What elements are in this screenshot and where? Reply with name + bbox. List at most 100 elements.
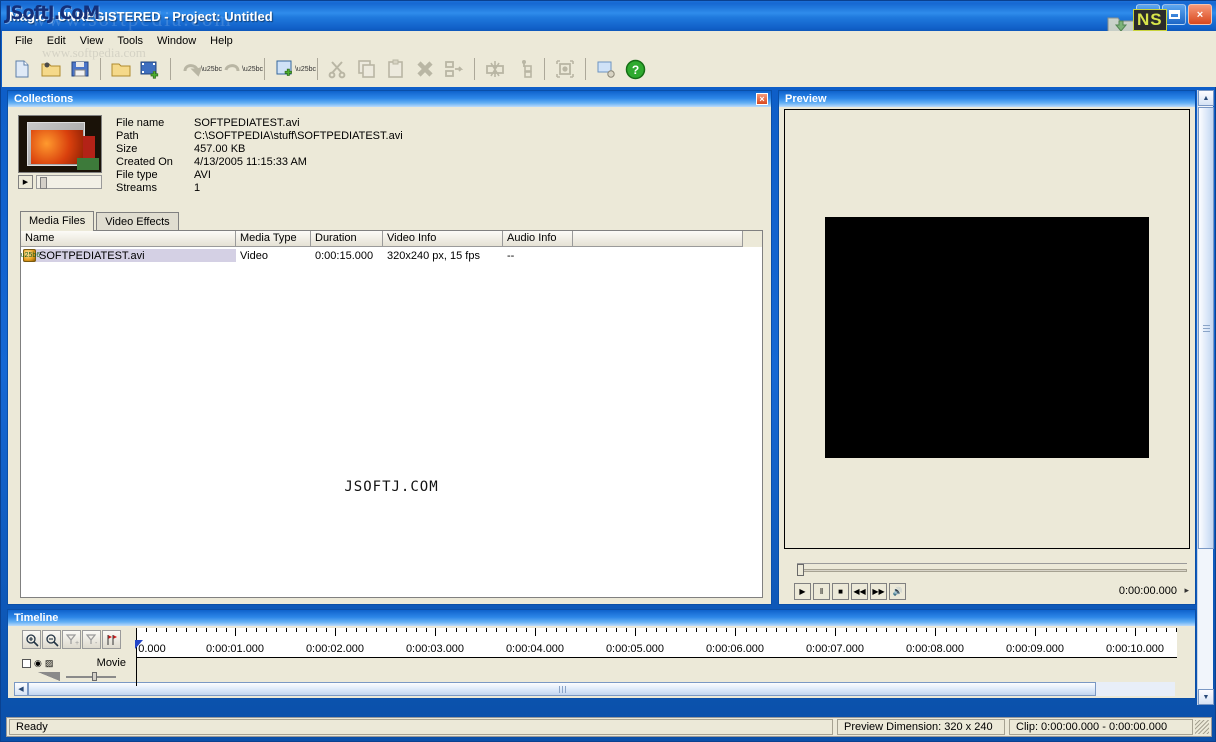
column-header-video-info[interactable]: Video Info bbox=[383, 231, 503, 247]
add-collection-dropdown-arrow[interactable]: \u25bc bbox=[295, 55, 316, 83]
track-header-row: ◉ ▨ Movie bbox=[22, 656, 134, 670]
rewind-button[interactable]: ◀◀ bbox=[851, 583, 868, 600]
tab-media-files[interactable]: Media Files bbox=[20, 211, 95, 231]
copy-icon[interactable] bbox=[353, 55, 381, 83]
window-controls: × bbox=[1136, 4, 1212, 25]
timeline-panel: Timeline + - 0.000 0:00:01.000 0:00:02.0… bbox=[7, 609, 1196, 699]
media-files-list[interactable]: Name Media Type Duration Video Info Audi… bbox=[20, 230, 763, 598]
track-pan-slider[interactable] bbox=[66, 671, 116, 681]
track-fader-icon[interactable] bbox=[38, 671, 60, 681]
collections-close-icon[interactable]: × bbox=[756, 93, 768, 105]
timeline-track-area[interactable] bbox=[136, 658, 1177, 684]
pan-thumb[interactable] bbox=[92, 671, 97, 681]
row-name-cell[interactable]: \u25b6 SOFTPEDIATEST.avi bbox=[21, 249, 236, 262]
detail-row-size: Size 457.00 KB bbox=[116, 143, 403, 156]
timeline-playhead[interactable] bbox=[135, 628, 143, 686]
play-button[interactable]: ▶ bbox=[794, 583, 811, 600]
new-project-icon[interactable] bbox=[8, 55, 36, 83]
volume-button[interactable]: 🔊 bbox=[889, 583, 906, 600]
ruler-label: 0:00:02.000 bbox=[305, 643, 365, 655]
lock-icon[interactable]: ▨ bbox=[45, 658, 54, 669]
timeline-scroll-track[interactable] bbox=[28, 682, 1175, 696]
zoom-in-icon[interactable] bbox=[22, 630, 41, 649]
cut-icon[interactable] bbox=[324, 55, 352, 83]
preview-body: ▶ ‖ ■ ◀◀ ▶▶ 🔊 0:00:00.000 ▸ bbox=[779, 107, 1195, 604]
detail-row-filetype: File type AVI bbox=[116, 169, 403, 182]
track-select-checkbox[interactable] bbox=[22, 658, 31, 668]
trim-clip-icon[interactable] bbox=[510, 55, 538, 83]
detail-value: SOFTPEDIATEST.avi bbox=[194, 117, 300, 129]
preview-timecode-arrow: ▸ bbox=[1184, 585, 1189, 595]
thumbnail-play-button[interactable]: ▶ bbox=[18, 175, 33, 189]
undo-dropdown-arrow[interactable]: \u25bc bbox=[201, 55, 222, 83]
seek-thumb[interactable] bbox=[797, 564, 804, 576]
menu-file[interactable]: File bbox=[8, 33, 40, 49]
menu-help[interactable]: Help bbox=[203, 33, 240, 49]
markers-icon[interactable] bbox=[102, 630, 121, 649]
menu-view[interactable]: View bbox=[73, 33, 111, 49]
main-toolbar: www.softpedia.com \u25bc \u25bc \u25bc ? bbox=[2, 45, 1216, 87]
detail-row-streams: Streams 1 bbox=[116, 182, 403, 195]
collections-tabs: Media Files Video Effects bbox=[20, 211, 181, 231]
ruler-label: 0:00:05.000 bbox=[605, 643, 665, 655]
main-vertical-scrollbar[interactable]: ▲ ▼ bbox=[1197, 90, 1214, 705]
scroll-up-button[interactable]: ▲ bbox=[1198, 90, 1214, 106]
stop-button[interactable]: ■ bbox=[832, 583, 849, 600]
window-title: Magic - UNREGISTERED - Project: Untitled bbox=[9, 8, 273, 24]
resize-grip[interactable] bbox=[1195, 720, 1209, 734]
save-project-icon[interactable] bbox=[66, 55, 94, 83]
column-header-blank[interactable] bbox=[573, 231, 743, 247]
minimize-button[interactable] bbox=[1136, 4, 1160, 25]
column-header-duration[interactable]: Duration bbox=[311, 231, 383, 247]
column-header-name[interactable]: Name bbox=[21, 231, 236, 247]
thumbnail-seek-slider[interactable] bbox=[36, 175, 102, 189]
detail-row-filename: File name SOFTPEDIATEST.avi bbox=[116, 117, 403, 130]
collections-title-label: Collections bbox=[14, 93, 74, 105]
open-project-icon[interactable] bbox=[37, 55, 65, 83]
zoom-out-icon[interactable] bbox=[42, 630, 61, 649]
timeline-toolbar: + - bbox=[22, 630, 121, 649]
help-icon[interactable]: ? bbox=[621, 55, 649, 83]
toolbar-separator bbox=[170, 58, 171, 80]
thumbnail-image bbox=[31, 130, 83, 164]
menu-tools[interactable]: Tools bbox=[110, 33, 150, 49]
timeline-scroll-left-button[interactable]: ◀ bbox=[14, 682, 28, 696]
timeline-scroll-thumb[interactable] bbox=[28, 682, 1096, 696]
ruler-label: 0:00:06.000 bbox=[705, 643, 765, 655]
eye-icon[interactable]: ◉ bbox=[34, 658, 42, 669]
timeline-horizontal-scrollbar[interactable]: ◀ bbox=[14, 682, 1175, 696]
render-icon[interactable] bbox=[592, 55, 620, 83]
properties-icon[interactable] bbox=[551, 55, 579, 83]
close-button[interactable]: × bbox=[1188, 4, 1212, 25]
maximize-button[interactable] bbox=[1162, 4, 1186, 25]
column-header-media-type[interactable]: Media Type bbox=[236, 231, 311, 247]
add-track-icon[interactable]: + bbox=[62, 630, 81, 649]
thumbnail-controls: ▶ bbox=[18, 175, 102, 189]
menu-bar: File Edit View Tools Window Help bbox=[2, 31, 1216, 51]
delete-icon[interactable] bbox=[411, 55, 439, 83]
table-row[interactable]: \u25b6 SOFTPEDIATEST.avi Video 0:00:15.0… bbox=[21, 247, 762, 264]
import-media-icon[interactable] bbox=[136, 55, 164, 83]
toolbar-separator bbox=[544, 58, 545, 80]
timeline-title-label: Timeline bbox=[14, 612, 59, 624]
scroll-down-button[interactable]: ▼ bbox=[1198, 689, 1214, 705]
fast-forward-button[interactable]: ▶▶ bbox=[870, 583, 887, 600]
split-move-icon[interactable] bbox=[440, 55, 468, 83]
preview-seek-bar[interactable] bbox=[797, 563, 1187, 576]
tab-video-effects[interactable]: Video Effects bbox=[96, 212, 179, 231]
pause-button[interactable]: ‖ bbox=[813, 583, 830, 600]
column-header-audio-info[interactable]: Audio Info bbox=[503, 231, 573, 247]
import-folder-icon[interactable] bbox=[107, 55, 135, 83]
remove-track-icon[interactable]: - bbox=[82, 630, 101, 649]
menu-edit[interactable]: Edit bbox=[40, 33, 73, 49]
application-window: www.softpedia.com Magic - UNREGISTERED -… bbox=[0, 0, 1216, 742]
redo-dropdown-arrow[interactable]: \u25bc bbox=[242, 55, 263, 83]
folder-watermark-icon bbox=[1107, 13, 1137, 31]
paste-icon[interactable] bbox=[382, 55, 410, 83]
timeline-ruler[interactable]: 0.000 0:00:01.000 0:00:02.000 0:00:03.00… bbox=[136, 628, 1177, 658]
scroll-thumb[interactable] bbox=[1198, 107, 1214, 549]
menu-window[interactable]: Window bbox=[150, 33, 203, 49]
avi-file-icon: \u25b6 bbox=[21, 249, 40, 262]
split-clip-icon[interactable] bbox=[481, 55, 509, 83]
video-display-area[interactable] bbox=[825, 217, 1149, 458]
